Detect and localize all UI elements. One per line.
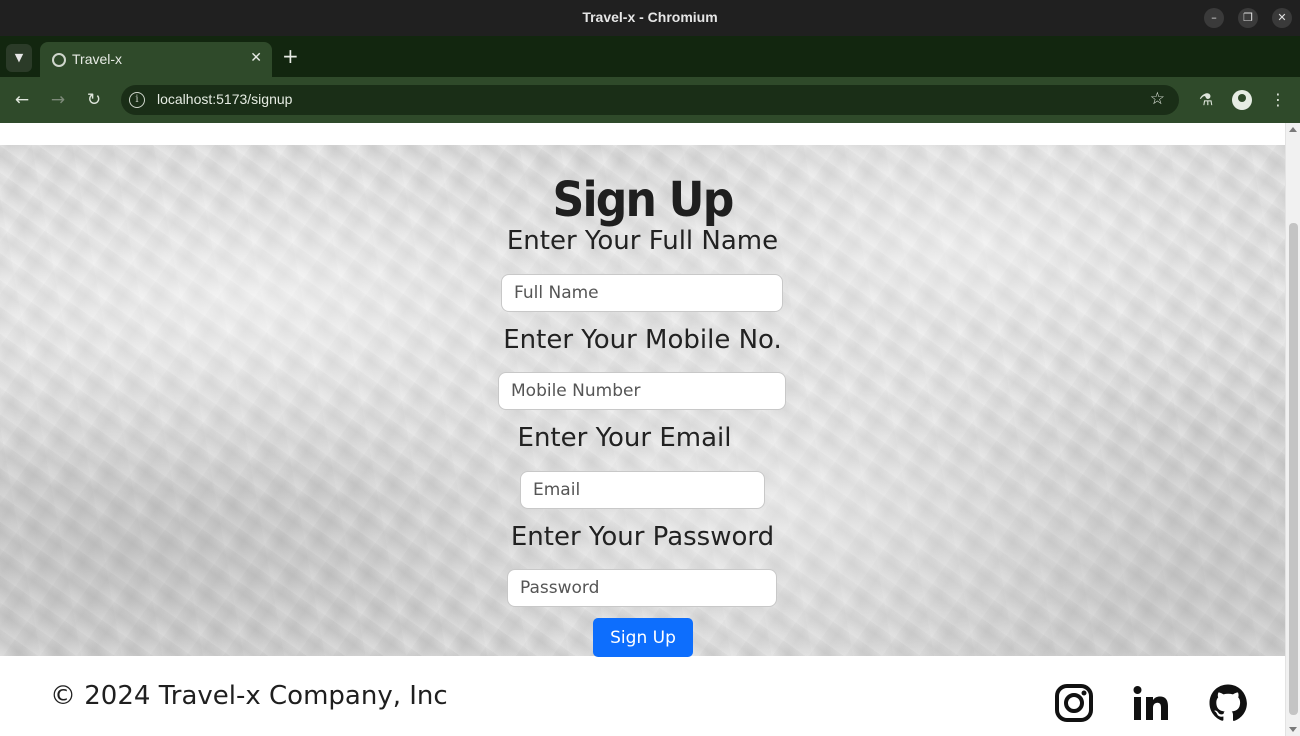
window-titlebar: Travel-x - Chromium – ❐ ✕ — [0, 0, 1300, 36]
scrollbar-thumb[interactable] — [1289, 223, 1298, 715]
close-icon[interactable]: ✕ — [1272, 8, 1292, 28]
profile-icon[interactable] — [1232, 90, 1252, 110]
reload-icon[interactable]: ↻ — [82, 88, 106, 112]
password-label: Enter Your Password — [510, 522, 775, 552]
tab-travel-x[interactable]: Travel-x ✕ — [40, 42, 272, 77]
site-info-icon[interactable]: i — [129, 92, 145, 108]
scroll-up-arrow-icon[interactable] — [1289, 127, 1297, 132]
new-tab-plus-icon[interactable]: + — [282, 46, 299, 66]
restore-icon[interactable]: ❐ — [1238, 8, 1258, 28]
password-input[interactable] — [507, 569, 777, 607]
email-input[interactable] — [520, 471, 765, 509]
globe-icon — [52, 53, 66, 67]
sign-up-button[interactable]: Sign Up — [593, 618, 693, 657]
instagram-icon[interactable] — [1054, 683, 1094, 723]
linkedin-icon[interactable] — [1131, 683, 1171, 723]
scroll-down-arrow-icon[interactable] — [1289, 727, 1297, 732]
page-scrollbar[interactable] — [1285, 123, 1300, 736]
tab-search-chevron-icon[interactable]: ▼ — [6, 44, 32, 72]
email-label: Enter Your Email — [517, 423, 732, 453]
tab-close-icon[interactable]: ✕ — [250, 50, 262, 66]
forward-arrow-icon[interactable]: → — [46, 88, 70, 112]
page-viewport: Sign Up Enter Your Full Name Enter Your … — [0, 123, 1300, 736]
address-bar[interactable]: i localhost:5173/signup ☆ — [121, 85, 1179, 115]
flask-icon[interactable]: ⚗ — [1194, 88, 1218, 112]
footer-copyright: © 2024 Travel-x Company, Inc — [50, 681, 448, 711]
tab-strip: ▼ Travel-x ✕ + — [0, 36, 1300, 77]
back-arrow-icon[interactable]: ← — [10, 88, 34, 112]
mobile-label: Enter Your Mobile No. — [503, 325, 782, 355]
signup-hero: Sign Up Enter Your Full Name Enter Your … — [0, 145, 1285, 657]
browser-toolbar: ← → ↻ i localhost:5173/signup ☆ ⚗ ⋮ — [0, 77, 1300, 123]
github-icon[interactable] — [1208, 683, 1248, 723]
full-name-input[interactable] — [501, 274, 783, 312]
window-title: Travel-x - Chromium — [582, 9, 718, 25]
page-title: Sign Up — [552, 172, 735, 228]
mobile-input[interactable] — [498, 372, 786, 410]
full-name-label: Enter Your Full Name — [506, 226, 779, 256]
minimize-icon[interactable]: – — [1204, 8, 1224, 28]
kebab-menu-icon[interactable]: ⋮ — [1266, 88, 1290, 112]
star-icon[interactable]: ☆ — [1150, 89, 1165, 109]
url-text[interactable]: localhost:5173/signup — [157, 91, 292, 107]
tab-title: Travel-x — [72, 51, 123, 67]
